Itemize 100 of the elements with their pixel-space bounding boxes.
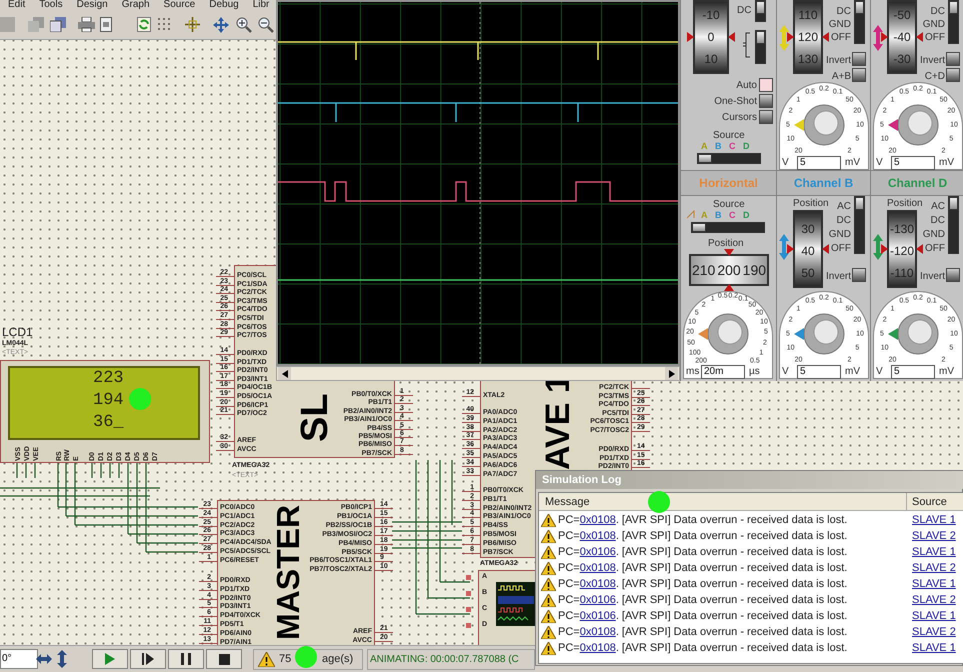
menu-item[interactable]: Libr [252,0,270,10]
source-link[interactable]: SLAVE 2 [912,529,956,544]
address-link[interactable]: 0x0108 [580,578,616,590]
scale-drum[interactable]: 110 120 130 [793,0,823,74]
control-label: DC [930,6,945,17]
unit-label: mV [845,366,860,377]
chip-title: MASTER [272,504,304,640]
control-label: OFF [831,243,851,254]
scale-value: -10 [701,8,721,23]
log-message: PC=0x0108. [AVR SPI] Data overrun - received data is lost. [558,529,848,544]
control-label: OFF [831,32,851,43]
scale-value: 10 [703,52,719,67]
control-label: AC [837,201,851,212]
scale-value: 40 [800,244,816,259]
address-link[interactable]: 0x0106 [580,610,616,622]
menu-item[interactable]: Debug [209,0,239,10]
control-label: OFF [925,32,945,43]
address-link[interactable]: 0x0106 [580,546,616,558]
value-field[interactable]: 5 [797,156,841,170]
source-link[interactable]: SLAVE 1 [912,577,956,592]
control-label: Position [793,198,829,209]
scale-value: -120 [889,244,915,259]
scale-drum[interactable]: 210 200 190 [689,254,769,286]
scale-drum[interactable]: -10 0 10 [693,0,729,74]
control-label: Position [887,198,923,209]
source-link[interactable]: SLAVE 1 [912,545,956,560]
lcd-text: 36_ [93,414,124,432]
scale-value: 0 [706,30,716,45]
panel-header: Horizontal [681,171,776,195]
address-link[interactable]: 0x0108 [580,530,616,542]
unit-label: V [782,157,789,168]
source-link[interactable]: SLAVE 1 [912,609,956,624]
source-link[interactable]: SLAVE 2 [912,593,956,608]
source-link[interactable]: SLAVE 1 [912,641,956,656]
menu-item[interactable]: Tools [39,0,63,10]
unit-label: V [876,157,883,168]
scale-value: 30 [800,222,816,237]
control-label: Invert [826,271,851,282]
scale-drum[interactable]: 30 40 50 [793,210,823,288]
control-label: Position [708,238,744,249]
unit-label: mV [939,157,954,168]
value-field[interactable]: 5 [891,156,935,170]
window-title: Simulation Log [536,471,963,489]
scale-value: -110 [889,266,915,281]
value-field[interactable]: 5 [891,365,935,379]
value-field[interactable]: 20m [701,365,745,379]
address-link[interactable]: 0x0108 [580,514,616,526]
column-header[interactable]: Message [545,493,590,511]
log-message: PC=0x0106. [AVR SPI] Data overrun - received data is lost. [558,593,848,608]
menu-item[interactable]: Graph [122,0,150,10]
angle-field[interactable]: 0° [0,649,38,669]
panel-header: Channel B [777,171,870,195]
address-link[interactable]: 0x0108 [580,642,616,654]
scale-value: 130 [796,52,820,67]
control-label: Invert [920,271,945,282]
control-label: OFF [925,243,945,254]
column-header[interactable]: Source [912,493,947,511]
value-field[interactable]: 5 [797,365,841,379]
warning-count: 75 [279,652,292,667]
control-label: GND [922,229,945,240]
unit-label: V [782,366,789,377]
menu-item[interactable]: Design [76,0,108,10]
source-link[interactable]: SLAVE 1 [912,513,956,528]
control-label: DC [930,215,945,226]
scale-value: 200 [717,263,741,277]
address-link[interactable]: 0x0106 [580,594,616,606]
component-reference: LCD1 [2,326,33,338]
menu-item[interactable]: Source [164,0,196,10]
log-message: PC=0x0108. [AVR SPI] Data overrun - received data is lost. [558,561,848,576]
unit-label: ms [686,366,700,377]
address-link[interactable]: 0x0108 [580,562,616,574]
control-label: DC [836,6,851,17]
scale-value: 210 [692,263,716,277]
scale-drum[interactable]: -50 -40 -30 [887,0,917,74]
scale-value: 50 [800,266,816,281]
control-label: GND [922,19,945,30]
control-label: DC [836,215,851,226]
log-message: PC=0x0106. [AVR SPI] Data overrun - received data is lost. [558,609,848,624]
source-link[interactable]: SLAVE 2 [912,561,956,576]
address-link[interactable]: 0x0108 [580,626,616,638]
scale-drum[interactable]: -130 -120 -110 [887,210,917,288]
scale-value: -130 [889,222,915,237]
lcd-text: 223 [93,370,124,388]
control-label: AC [931,201,945,212]
source-link[interactable]: SLAVE 2 [912,625,956,640]
menu-item[interactable]: Edit [8,0,26,10]
log-message: PC=0x0108. [AVR SPI] Data overrun - received data is lost. [558,641,848,656]
unit-label: mV [845,157,860,168]
log-message: PC=0x0108. [AVR SPI] Data overrun - received data is lost. [558,625,848,640]
control-label: GND [828,229,851,240]
scale-value: 120 [796,30,820,45]
control-label: Cursors [722,112,757,123]
lcd-text: 194 [93,392,124,410]
chip-title: SL [296,393,334,442]
status-text: ANIMATING: 00:00:07.787088 (C [367,649,535,670]
control-label: DC [737,5,752,16]
panel-header: Channel D [871,171,963,195]
scale-value: 110 [797,8,819,23]
control-label: GND [828,19,851,30]
log-message: PC=0x0106. [AVR SPI] Data overrun - received data is lost. [558,545,848,560]
